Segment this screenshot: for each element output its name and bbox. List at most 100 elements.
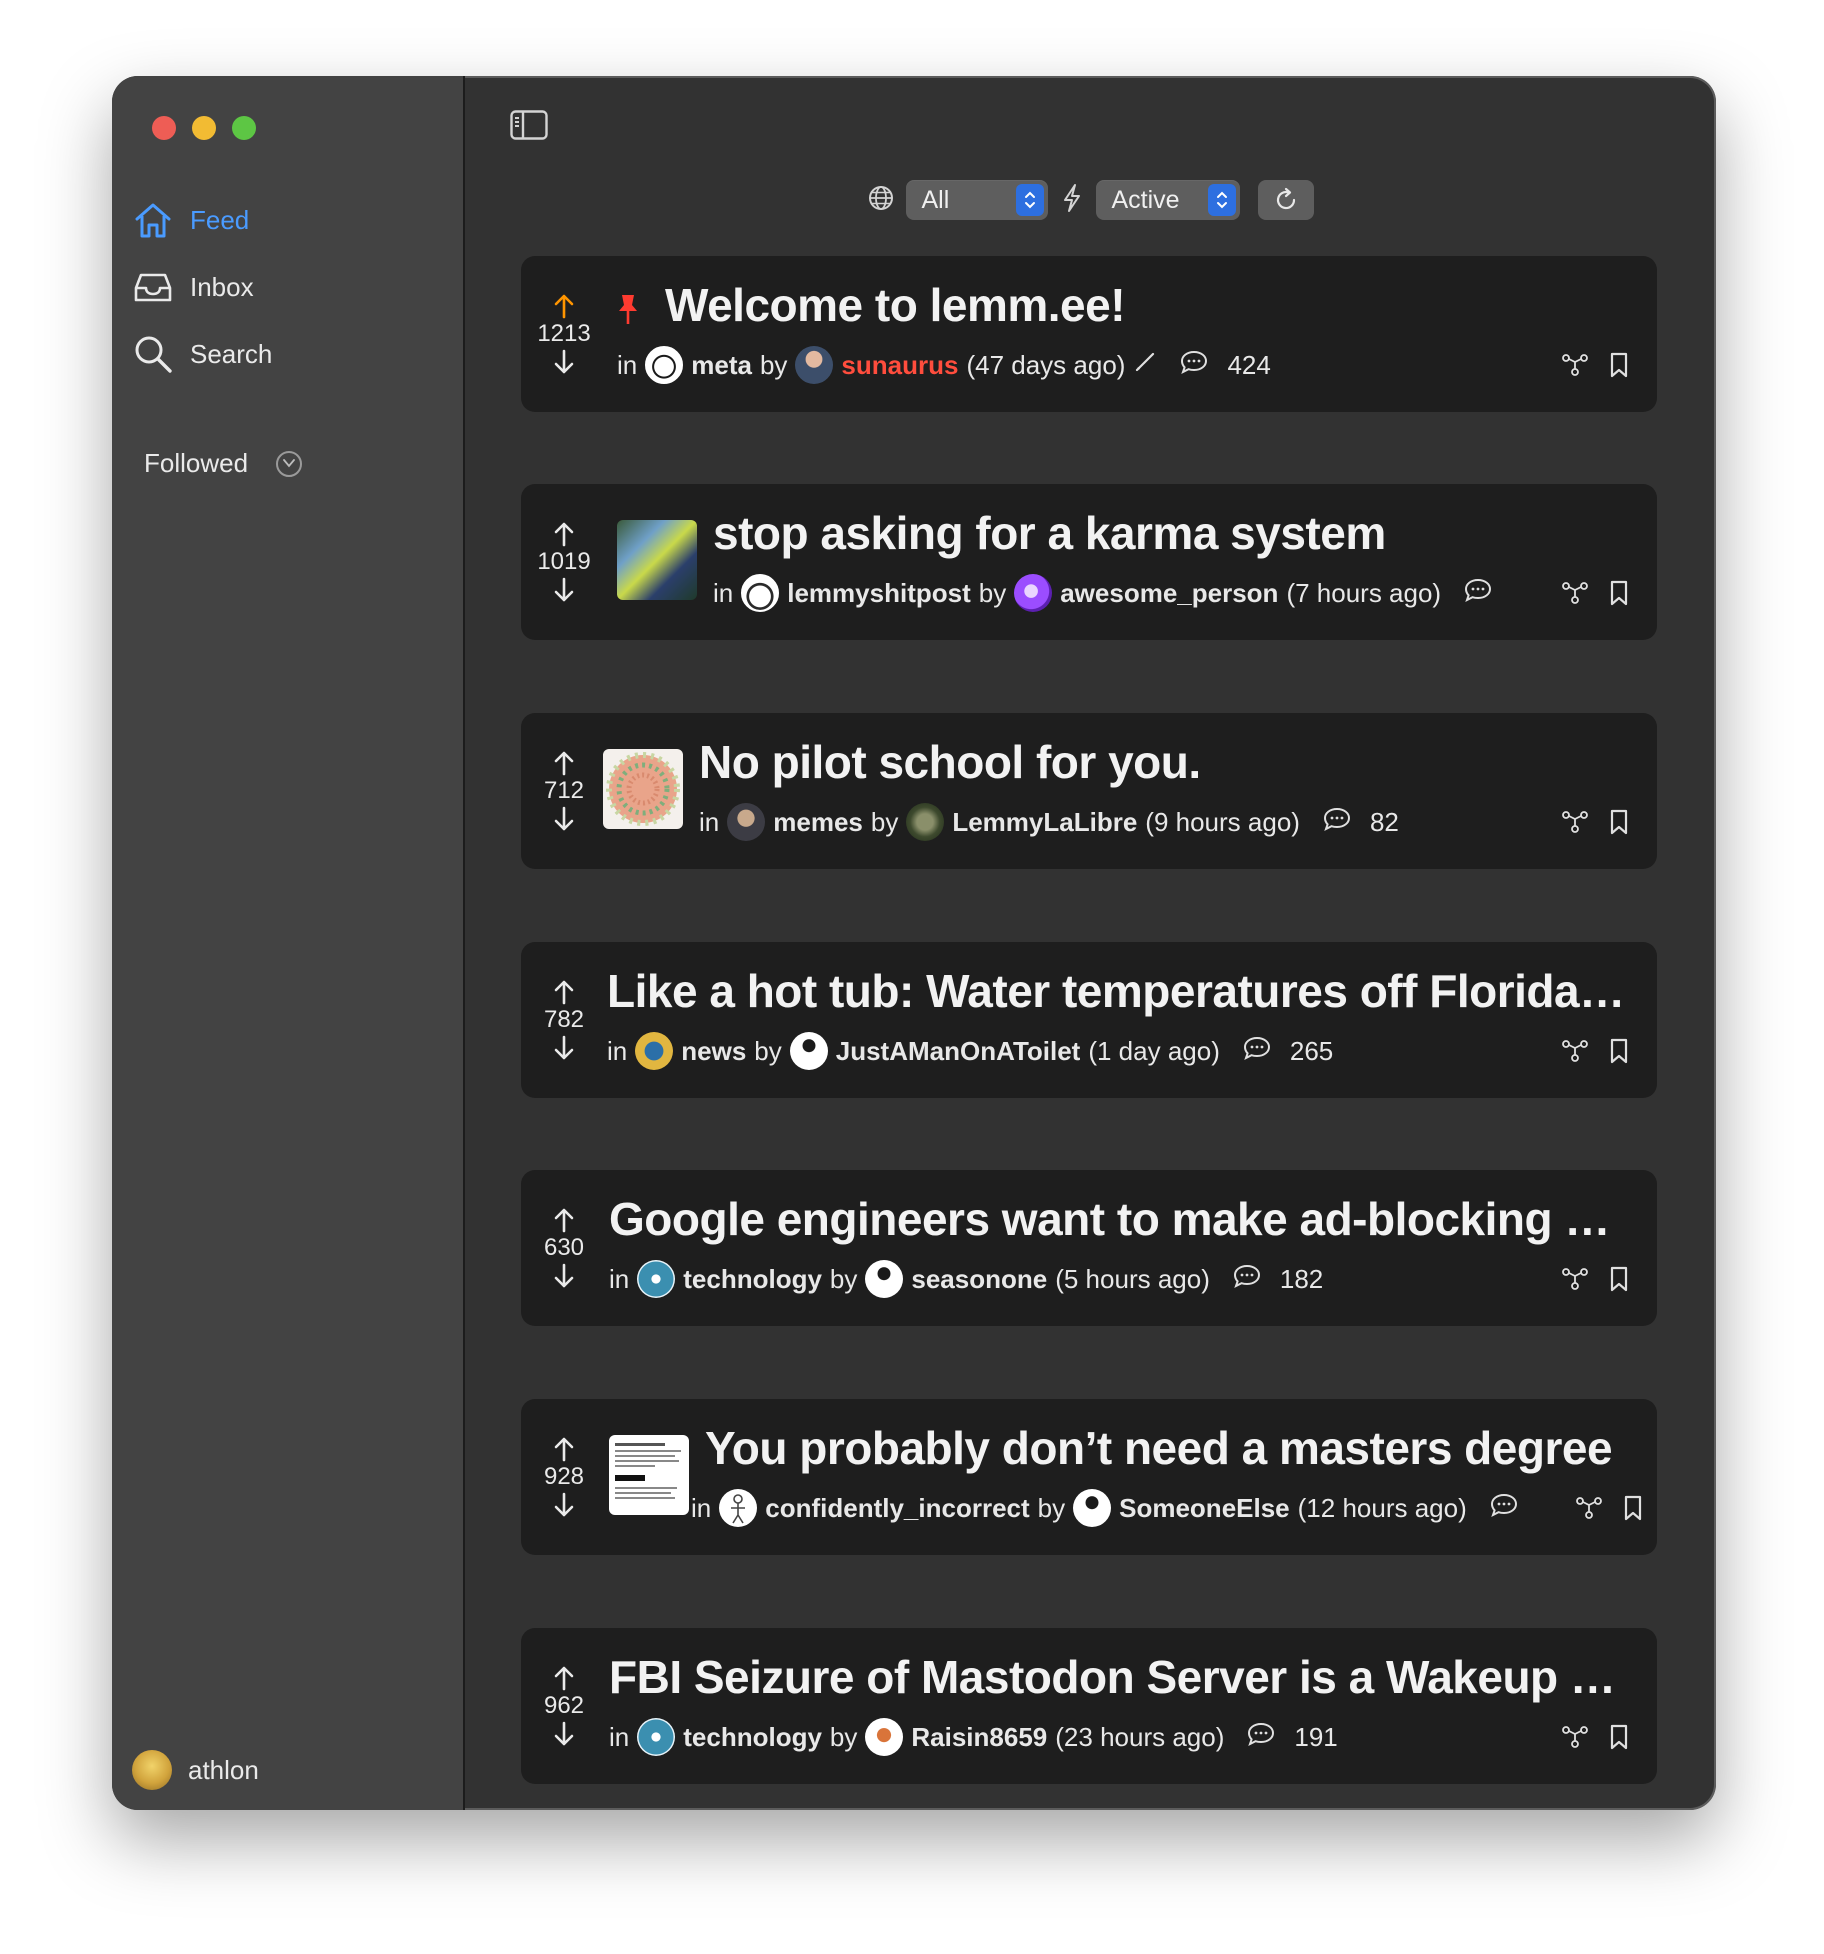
post-card[interactable]: 962 FBI Seizure of Mastodon Server is a … (521, 1628, 1657, 1784)
sidebar-item-inbox[interactable]: Inbox (132, 265, 254, 309)
post-card[interactable]: 928 You probably don’t need a masters de… (521, 1399, 1657, 1555)
magnifier-icon (132, 333, 174, 375)
upvote-arrow-icon[interactable] (552, 750, 576, 776)
post-title[interactable]: No pilot school for you. (699, 735, 1627, 789)
bookmark-icon[interactable] (1609, 1724, 1629, 1755)
author-link[interactable]: SomeoneElse (1119, 1493, 1290, 1524)
vote-control: 962 (541, 1628, 587, 1784)
downvote-arrow-icon[interactable] (552, 1263, 576, 1289)
profile-name: athlon (188, 1754, 259, 1785)
comment-bubble-icon (1242, 1035, 1272, 1068)
author-link[interactable]: seasonone (911, 1264, 1047, 1295)
post-card[interactable]: 630 Google engineers want to make ad-blo… (521, 1170, 1657, 1326)
community-link[interactable]: meta (691, 350, 752, 381)
author-link[interactable]: LemmyLaLibre (952, 807, 1137, 838)
share-nodes-icon[interactable] (1561, 1267, 1589, 1296)
post-title[interactable]: Like a hot tub: Water temperatures off F… (607, 964, 1627, 1018)
post-meta: in news by JustAManOnAToilet (1 day ago)… (607, 1032, 1507, 1070)
bookmark-icon[interactable] (1609, 809, 1629, 840)
by-label: by (829, 1721, 858, 1752)
post-actions (1575, 1495, 1643, 1526)
post-meta: in technology by Raisin8659 (23 hours ag… (609, 1718, 1507, 1756)
sidebar-item-search[interactable]: Search (132, 332, 272, 376)
post-card[interactable]: 782 Like a hot tub: Water temperatures o… (521, 942, 1657, 1098)
close-window-button[interactable] (152, 116, 176, 140)
upvote-arrow-icon[interactable] (552, 521, 576, 547)
downvote-arrow-icon[interactable] (552, 806, 576, 832)
share-nodes-icon[interactable] (1561, 810, 1589, 839)
upvote-arrow-icon[interactable] (552, 293, 576, 319)
by-label: by (978, 577, 1007, 608)
upvote-arrow-icon[interactable] (552, 1207, 576, 1233)
sidebar-item-feed[interactable]: Feed (132, 198, 249, 242)
post-card[interactable]: 1019 stop asking for a karma system in l… (521, 484, 1657, 640)
post-actions (1561, 1038, 1629, 1069)
post-thumbnail[interactable] (609, 1435, 689, 1515)
comment-count: 265 (1289, 1035, 1334, 1066)
bookmark-icon[interactable] (1609, 580, 1629, 611)
post-thumbnail[interactable] (603, 749, 683, 829)
post-title[interactable]: Welcome to lemm.ee! (665, 278, 1627, 332)
followed-section-header[interactable]: Followed (144, 448, 303, 479)
downvote-arrow-icon[interactable] (552, 1492, 576, 1518)
community-link[interactable]: technology (683, 1722, 822, 1753)
downvote-arrow-icon[interactable] (552, 1035, 576, 1061)
author-link[interactable]: Raisin8659 (911, 1722, 1047, 1753)
by-label: by (870, 806, 899, 837)
post-title[interactable]: Google engineers want to make ad-blockin… (609, 1192, 1627, 1246)
sidebar-item-label: Inbox (190, 271, 254, 302)
comment-count: 182 (1279, 1263, 1324, 1294)
downvote-arrow-icon[interactable] (552, 349, 576, 375)
comment-bubble-icon (1179, 349, 1209, 382)
post-title[interactable]: stop asking for a karma system (713, 506, 1627, 560)
sidebar-toggle-button[interactable] (510, 110, 548, 140)
post-actions (1561, 1724, 1629, 1755)
sort-type-select[interactable]: Active (1095, 180, 1240, 220)
author-link[interactable]: JustAManOnAToilet (836, 1036, 1081, 1067)
share-nodes-icon[interactable] (1561, 1039, 1589, 1068)
author-avatar (906, 803, 945, 841)
community-avatar (741, 574, 780, 612)
post-title[interactable]: FBI Seizure of Mastodon Server is a Wake… (609, 1650, 1627, 1704)
post-actions (1561, 352, 1629, 383)
sidebar: Feed Inbox Search Followed athlon (112, 76, 465, 1810)
followed-label: Followed (144, 448, 249, 478)
community-link[interactable]: confidently_incorrect (765, 1493, 1029, 1524)
post-score: 962 (543, 1692, 585, 1719)
bookmark-icon[interactable] (1609, 352, 1629, 383)
post-card[interactable]: 712 No pilot school for you. in memes by… (521, 713, 1657, 869)
downvote-arrow-icon[interactable] (552, 1721, 576, 1747)
upvote-arrow-icon[interactable] (552, 979, 576, 1005)
bookmark-icon[interactable] (1609, 1038, 1629, 1069)
upvote-arrow-icon[interactable] (552, 1436, 576, 1462)
listing-type-select[interactable]: All (905, 180, 1048, 220)
minimize-window-button[interactable] (192, 116, 216, 140)
comment-bubble-icon (1322, 806, 1352, 839)
share-nodes-icon[interactable] (1561, 581, 1589, 610)
upvote-arrow-icon[interactable] (552, 1665, 576, 1691)
zoom-window-button[interactable] (232, 116, 256, 140)
community-link[interactable]: technology (683, 1264, 822, 1295)
post-time: (7 hours ago) (1286, 577, 1442, 608)
community-link[interactable]: lemmyshitpost (787, 578, 971, 609)
author-link[interactable]: sunaurus (841, 350, 958, 381)
post-thumbnail[interactable] (617, 520, 697, 600)
refresh-icon (1276, 187, 1295, 210)
bookmark-icon[interactable] (1623, 1495, 1643, 1526)
author-link[interactable]: awesome_person (1060, 578, 1278, 609)
share-nodes-icon[interactable] (1575, 1496, 1603, 1525)
bookmark-icon[interactable] (1609, 1266, 1629, 1297)
share-nodes-icon[interactable] (1561, 353, 1589, 382)
community-link[interactable]: news (681, 1036, 746, 1067)
refresh-button[interactable] (1257, 180, 1314, 220)
sidebar-item-label: Search (190, 338, 273, 369)
post-meta: in lemmyshitpost by awesome_person (7 ho… (713, 574, 1507, 612)
share-nodes-icon[interactable] (1561, 1725, 1589, 1754)
downvote-arrow-icon[interactable] (552, 577, 576, 603)
community-link[interactable]: memes (773, 807, 863, 838)
post-title[interactable]: You probably don’t need a masters degree (705, 1421, 1627, 1475)
chevron-down-icon[interactable] (276, 450, 303, 477)
post-card[interactable]: 1213 Welcome to lemm.ee! in meta by suna… (521, 256, 1657, 412)
vote-control: 630 (541, 1170, 587, 1326)
profile-button[interactable]: athlon (132, 1750, 259, 1790)
